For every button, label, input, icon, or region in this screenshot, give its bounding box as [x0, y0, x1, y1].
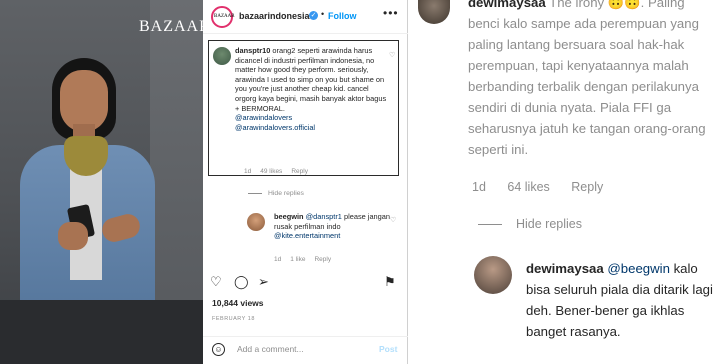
post-button[interactable]: Post	[379, 344, 397, 354]
chair	[0, 300, 203, 364]
separator-dot: •	[321, 9, 325, 19]
video-thumbnail[interactable]: BAZAAR	[0, 0, 203, 364]
verified-badge-icon: ✓	[309, 11, 318, 20]
add-comment-input[interactable]: Add a comment...	[237, 344, 304, 354]
view-count: 10,844 views	[212, 298, 264, 308]
left-hand	[58, 222, 88, 250]
post-actions: ♡ ◯ ➢ ⚑	[210, 274, 400, 290]
comment-body: beegwin @dansptr1 please jangan rusak pe…	[274, 212, 392, 241]
comment-meta: 1d 49 likes Reply	[244, 168, 308, 175]
emoji-icon[interactable]: ☺	[212, 343, 225, 356]
comment-icon[interactable]: ◯	[234, 274, 249, 290]
comment-username[interactable]: dewimaysaa	[468, 0, 546, 10]
comment-body: dansptr10 orang2 seperti arawinda harus …	[235, 46, 387, 132]
heart-icon[interactable]: ♡	[210, 274, 222, 290]
more-options-icon[interactable]: •••	[383, 6, 399, 20]
comment-username[interactable]: dewimaysaa	[526, 261, 604, 276]
comment-time: 1d	[274, 256, 282, 263]
divider-line	[478, 224, 502, 226]
hide-replies-button[interactable]: Hide replies	[478, 217, 582, 231]
post-header: BAZAAR bazaarindonesia ✓ • Follow •••	[203, 0, 408, 34]
mention-link[interactable]: @dansptr1	[306, 212, 342, 221]
comment-text-rest: . Paling benci kalo sampe ada perempuan …	[468, 0, 706, 157]
person-face	[60, 70, 108, 132]
comment-likes[interactable]: 64 likes	[507, 180, 549, 194]
mention-link[interactable]: @arawindalovers	[235, 113, 292, 122]
bookmark-icon[interactable]: ⚑	[384, 274, 396, 290]
hide-replies-label: Hide replies	[268, 190, 304, 197]
comment-highlighted: dansptr10 orang2 seperti arawinda harus …	[208, 40, 399, 176]
comment-meta: 1d 1 like Reply	[274, 256, 331, 263]
add-comment-bar: ☺ Add a comment... Post	[203, 336, 408, 364]
commenter-avatar[interactable]	[213, 47, 231, 65]
comment-body: dewimaysaa The irony 🙃🙃. Paling benci ka…	[468, 0, 716, 160]
upside-down-emoji: 🙃🙃	[607, 0, 641, 10]
account-username[interactable]: bazaarindonesia	[239, 11, 310, 21]
bazaar-logo: BAZAAR	[139, 18, 203, 35]
comment-username[interactable]: dansptr10	[235, 46, 270, 55]
hide-replies-button[interactable]: Hide replies	[248, 190, 304, 197]
mention-link[interactable]: @beegwin	[607, 261, 670, 276]
reply-button[interactable]: Reply	[571, 180, 603, 194]
mention-link[interactable]: @arawindalovers.official	[235, 123, 315, 132]
commenter-avatar[interactable]	[247, 213, 265, 231]
share-icon[interactable]: ➢	[258, 274, 269, 290]
comment-meta: 1d 64 likes Reply	[472, 180, 621, 194]
hide-replies-label: Hide replies	[516, 217, 583, 231]
mention-link[interactable]: @kite.entertainment	[274, 231, 340, 240]
post-date: FEBRUARY 18	[212, 316, 255, 322]
comment-time: 1d	[472, 180, 486, 194]
comment-body: dewimaysaa @beegwin kalo bisa seluruh pi…	[526, 258, 716, 342]
comment-text-start: The irony	[549, 0, 608, 10]
comment-username[interactable]: beegwin	[274, 212, 304, 221]
like-heart-icon[interactable]: ♡	[390, 216, 396, 224]
comment-likes[interactable]: 49 likes	[260, 168, 282, 175]
reply-button[interactable]: Reply	[291, 168, 308, 175]
commenter-avatar[interactable]	[474, 256, 512, 294]
avatar-logo-text: BAZAAR	[214, 14, 235, 19]
comment-time: 1d	[244, 168, 252, 175]
account-avatar[interactable]: BAZAAR	[211, 6, 235, 28]
comment-likes[interactable]: 1 like	[290, 256, 305, 263]
comment-text: orang2 seperti arawinda harus dicancel d…	[235, 46, 387, 113]
follow-button[interactable]: Follow	[328, 11, 357, 21]
reply-button[interactable]: Reply	[314, 256, 331, 263]
like-heart-icon[interactable]: ♡	[389, 51, 395, 59]
divider-line	[248, 192, 262, 194]
